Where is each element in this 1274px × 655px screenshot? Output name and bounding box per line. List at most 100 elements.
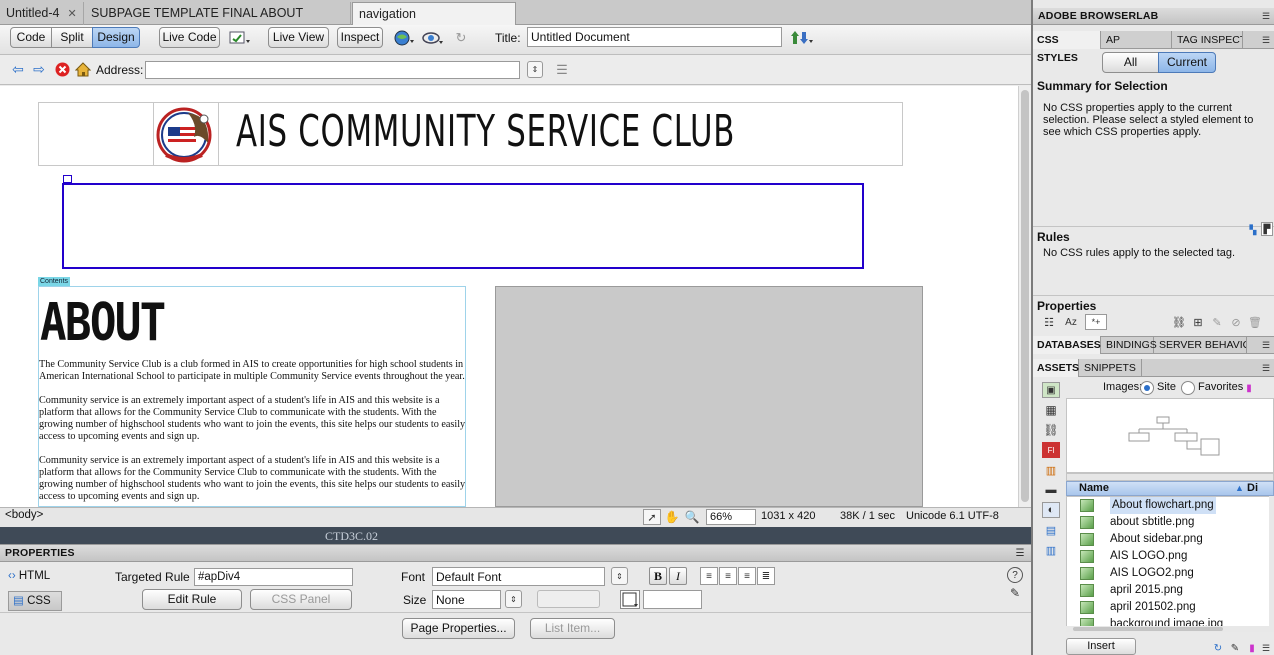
size-dropdown-icon[interactable]: ⇕ <box>505 590 522 608</box>
contents-tag[interactable]: Contents <box>38 277 71 286</box>
bold-button[interactable]: B <box>649 567 667 585</box>
live-view-button[interactable]: Live View <box>268 27 329 48</box>
forward-icon[interactable]: ⇨ <box>31 61 47 77</box>
color-picker-icon[interactable] <box>620 590 640 609</box>
zoom-select[interactable]: 66% <box>706 509 756 525</box>
list-item[interactable]: about sbtitle.png <box>1080 514 1240 531</box>
vertical-scrollbar[interactable] <box>1018 86 1031 507</box>
split-view-button[interactable]: Split <box>51 27 93 48</box>
align-left-icon[interactable]: ≡ <box>700 567 718 585</box>
hand-tool-icon[interactable]: ✋ <box>663 509 681 525</box>
panel-menu-icon[interactable]: ☰ <box>1259 641 1273 655</box>
alpha-view-icon[interactable]: Az <box>1062 315 1080 329</box>
list-item[interactable]: april 201502.png <box>1080 599 1240 616</box>
movies-category-icon[interactable]: ▬ <box>1042 482 1060 498</box>
all-mode-button[interactable]: All <box>1102 52 1159 73</box>
list-item[interactable]: About flowchart.png <box>1080 497 1240 514</box>
live-code-button[interactable]: Live Code <box>159 27 220 48</box>
font-select[interactable]: Default Font <box>432 567 605 586</box>
tab-subpage-template[interactable]: SUBPAGE TEMPLATE FINAL ABOUT PAGE.dwt✕ <box>85 2 351 42</box>
list-item[interactable]: About sidebar.png <box>1080 531 1240 548</box>
preview-browser-icon[interactable] <box>392 28 416 48</box>
urls-category-icon[interactable]: ⛓ <box>1042 422 1060 438</box>
font-dropdown-icon[interactable]: ⇕ <box>611 567 628 585</box>
close-icon[interactable]: ✕ <box>68 8 77 20</box>
pointer-tool-icon[interactable]: ➚ <box>643 509 661 525</box>
stop-icon[interactable] <box>54 61 70 77</box>
add-to-favorites-icon[interactable]: ▮ <box>1245 641 1259 655</box>
templates-category-icon[interactable]: ▤ <box>1042 522 1060 538</box>
trash-icon[interactable]: 🗑 <box>1247 315 1263 329</box>
code-view-button[interactable]: Code <box>10 27 52 48</box>
flash-category-icon[interactable]: Fl <box>1042 442 1060 458</box>
attach-stylesheet-icon[interactable]: ⛓ <box>1171 315 1187 329</box>
design-view-button[interactable]: Design <box>92 27 140 48</box>
library-category-icon[interactable]: ▥ <box>1042 542 1060 558</box>
file-management-icon[interactable] <box>790 28 814 48</box>
refresh-icon[interactable]: ↻ <box>451 28 471 48</box>
css-panel-button[interactable]: CSS Panel <box>250 589 352 610</box>
navigation-ap-div[interactable] <box>62 183 864 269</box>
size-select[interactable]: None <box>432 590 501 609</box>
title-input[interactable]: Untitled Document <box>527 27 782 47</box>
scripts-category-icon[interactable]: ◐ <box>1042 502 1060 518</box>
browserlab-panel-title[interactable]: ADOBE BROWSERLAB <box>1033 8 1274 25</box>
refresh-site-list-icon[interactable]: ↻ <box>1211 641 1225 655</box>
help-icon[interactable]: ? <box>1007 567 1023 583</box>
name-column-header[interactable]: Name <box>1079 481 1109 496</box>
list-item-button[interactable]: List Item... <box>530 618 615 639</box>
justify-icon[interactable]: ≣ <box>757 567 775 585</box>
contents-div[interactable]: ABOUT The Community Service Club is a cl… <box>38 286 466 507</box>
scroll-thumb[interactable] <box>1021 90 1029 502</box>
options-icon[interactable]: ☰ <box>552 61 572 78</box>
current-mode-button[interactable]: Current <box>1158 52 1216 73</box>
panel-menu-icon[interactable]: ☰ <box>1012 546 1028 561</box>
dimensions-column-header[interactable]: Di <box>1247 481 1258 496</box>
show-info-icon[interactable]: ▛ <box>1261 222 1273 236</box>
window-size[interactable]: 1031 x 420 <box>761 510 815 522</box>
italic-button[interactable]: I <box>669 567 687 585</box>
address-input[interactable] <box>145 61 520 79</box>
tag-selector[interactable]: <body> <box>5 509 43 521</box>
panel-menu-icon[interactable]: ☰ <box>1259 9 1273 23</box>
preview-splitter[interactable] <box>1066 473 1274 481</box>
panel-menu-icon[interactable]: ☰ <box>1259 338 1273 352</box>
back-icon[interactable]: ⇦ <box>10 61 26 77</box>
align-right-icon[interactable]: ≡ <box>738 567 756 585</box>
tab-server-behaviors[interactable]: SERVER BEHAVIOR <box>1155 336 1247 354</box>
tab-snippets[interactable]: SNIPPETS <box>1080 359 1142 377</box>
visual-aids-icon[interactable] <box>421 28 445 48</box>
quick-tag-editor-icon[interactable]: ✎ <box>1007 585 1023 601</box>
tab-databases[interactable]: DATABASES <box>1033 336 1101 354</box>
check-browser-icon[interactable] <box>228 28 252 48</box>
targeted-rule-select[interactable]: #apDiv4 <box>194 568 353 586</box>
size-unit-select[interactable] <box>537 590 600 608</box>
set-properties-icon[interactable]: *+ <box>1085 314 1107 330</box>
tab-css-styles[interactable]: CSS STYLES <box>1033 31 1101 64</box>
html-mode-button[interactable]: ‹› HTML <box>8 570 50 582</box>
css-mode-button[interactable]: ▤ CSS <box>8 591 62 611</box>
zoom-tool-icon[interactable]: 🔍 <box>683 509 701 525</box>
align-center-icon[interactable]: ≡ <box>719 567 737 585</box>
list-item[interactable]: background image.jpg <box>1080 616 1240 626</box>
list-item[interactable]: AIS LOGO2.png <box>1080 565 1240 582</box>
images-category-icon[interactable]: ▣ <box>1042 382 1060 398</box>
shockwave-category-icon[interactable]: ▥ <box>1042 462 1060 478</box>
edit-rule-button[interactable]: Edit Rule <box>142 589 242 610</box>
show-cascade-icon[interactable]: ▚ <box>1247 224 1259 236</box>
address-dropdown-icon[interactable]: ⇕ <box>527 61 543 78</box>
disable-rule-icon[interactable]: ⊘ <box>1228 315 1244 329</box>
image-placeholder[interactable] <box>495 286 923 507</box>
color-input[interactable] <box>643 590 702 609</box>
new-rule-icon[interactable]: ⊞ <box>1190 315 1206 329</box>
panel-menu-icon[interactable]: ☰ <box>1259 33 1273 47</box>
inspect-button[interactable]: Inspect <box>337 27 383 48</box>
site-radio[interactable] <box>1140 381 1154 395</box>
colors-category-icon[interactable]: ▦ <box>1042 402 1060 418</box>
panel-menu-icon[interactable]: ☰ <box>1259 361 1273 375</box>
edit-asset-icon[interactable]: ✎ <box>1228 641 1242 655</box>
home-icon[interactable] <box>75 61 91 77</box>
add-favorite-icon[interactable]: ▮ <box>1243 381 1255 395</box>
list-item[interactable]: AIS LOGO.png <box>1080 548 1240 565</box>
insert-button[interactable]: Insert <box>1066 638 1136 655</box>
